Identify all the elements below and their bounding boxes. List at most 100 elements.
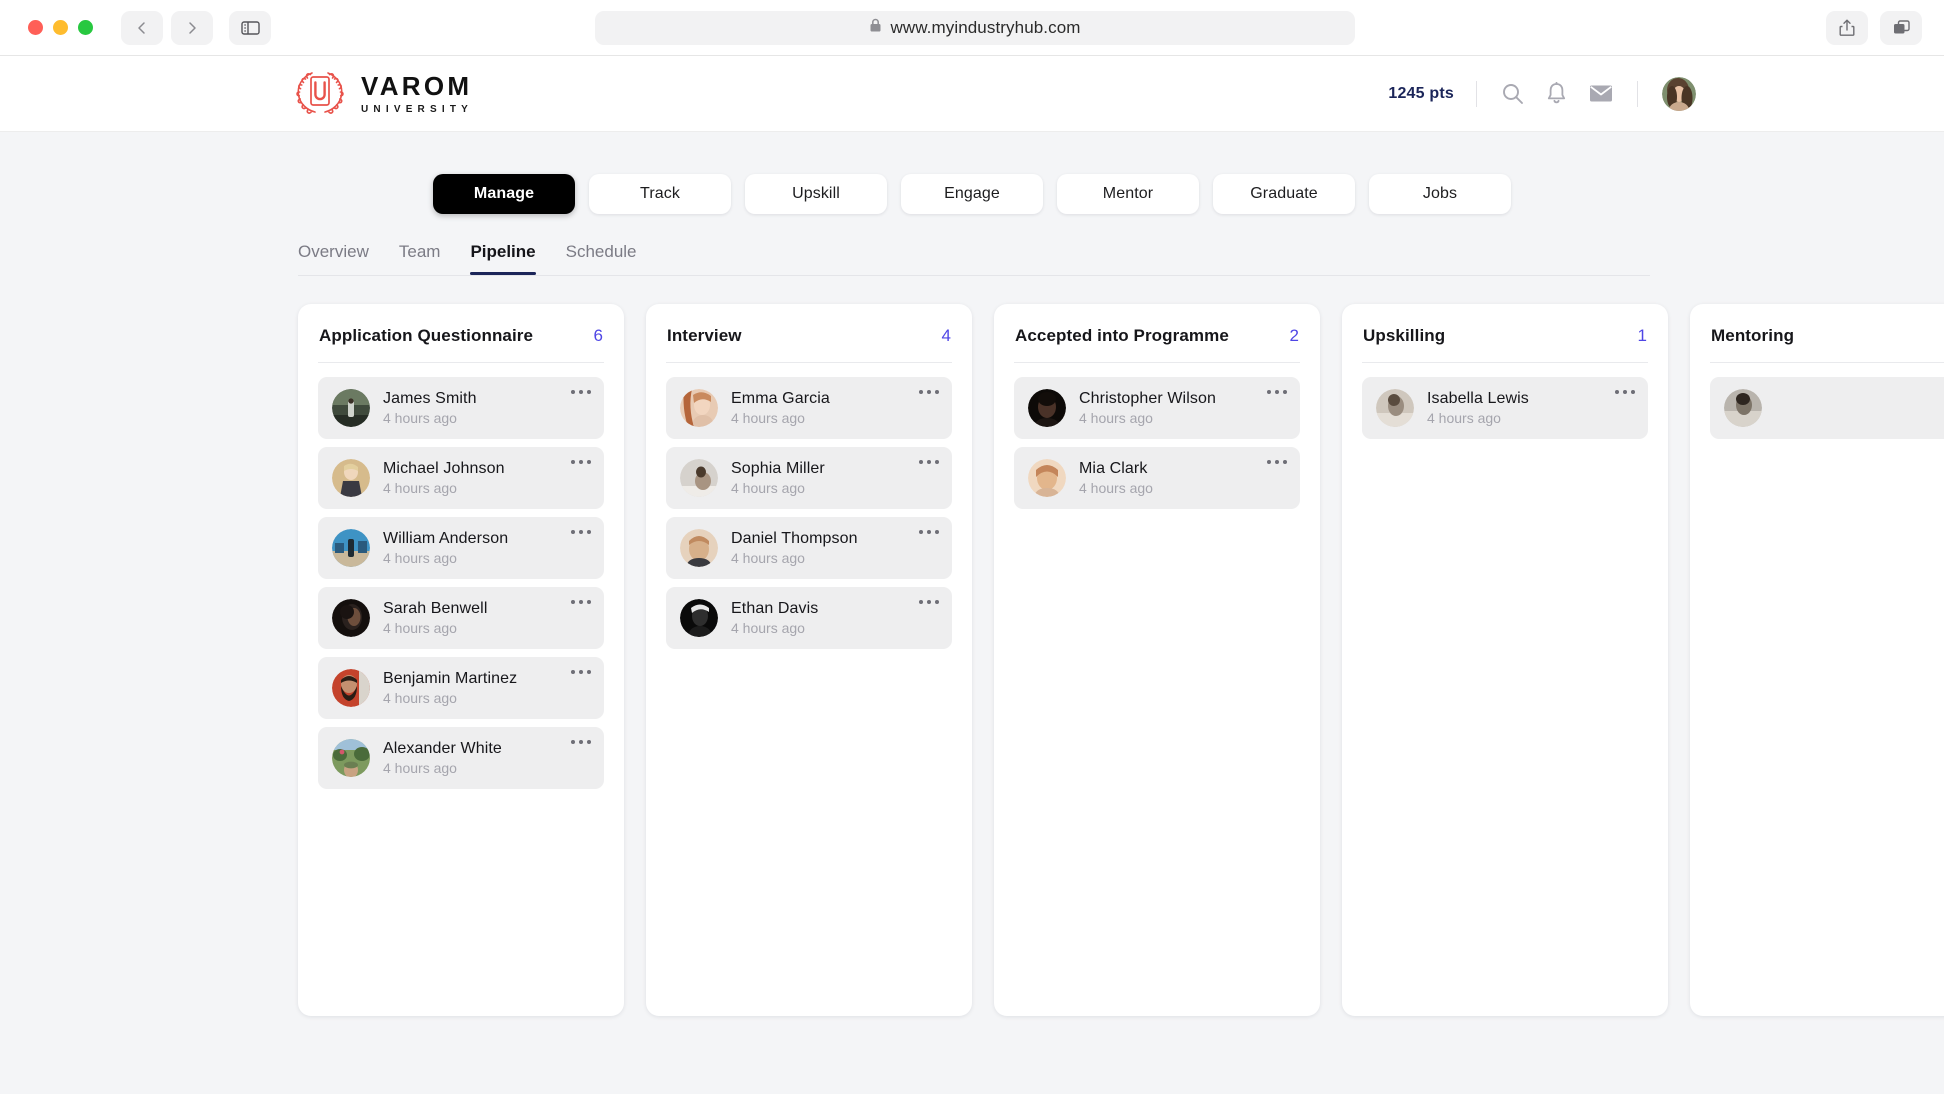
card-name: Sarah Benwell (383, 599, 488, 617)
card-menu-button[interactable] (919, 530, 939, 534)
card-menu-button[interactable] (1267, 390, 1287, 394)
card-name: Christopher Wilson (1079, 389, 1216, 407)
card-menu-button[interactable] (571, 390, 591, 394)
kanban-card[interactable]: Benjamin Martinez 4 hours ago (318, 657, 604, 719)
column-header: Interview 4 (666, 326, 952, 362)
card-menu-button[interactable] (571, 460, 591, 464)
search-icon[interactable] (1501, 82, 1524, 105)
toggle-sidebar-button[interactable] (229, 10, 271, 45)
back-button[interactable] (121, 10, 163, 45)
nav-pill-mentor[interactable]: Mentor (1057, 174, 1199, 214)
site-logo[interactable]: VAROM UNIVERSITY (292, 66, 473, 121)
minimize-window-button[interactable] (53, 20, 68, 35)
avatar (680, 389, 718, 427)
divider (1710, 362, 1944, 363)
column-count: 6 (593, 326, 603, 345)
card-name: William Anderson (383, 529, 509, 547)
kanban-card[interactable]: Michael Johnson 4 hours ago (318, 447, 604, 509)
card-menu-button[interactable] (571, 530, 591, 534)
bell-icon[interactable] (1546, 82, 1567, 105)
avatar (680, 459, 718, 497)
card-text: Alexander White 4 hours ago (383, 740, 502, 776)
user-avatar-button[interactable] (1638, 76, 1696, 111)
card-menu-button[interactable] (571, 670, 591, 674)
nav-pill-jobs[interactable]: Jobs (1369, 174, 1511, 214)
column-drop-area[interactable] (1014, 509, 1300, 998)
kanban-card[interactable]: Mia Clark 4 hours ago (1014, 447, 1300, 509)
card-timestamp: 4 hours ago (1427, 410, 1501, 427)
kanban-board: Application Questionnaire 6 James Smith … (298, 304, 1944, 1016)
nav-pill-graduate[interactable]: Graduate (1213, 174, 1355, 214)
column-title: Interview (667, 326, 742, 345)
card-menu-button[interactable] (571, 740, 591, 744)
card-menu-button[interactable] (919, 600, 939, 604)
avatar (332, 739, 370, 777)
card-name: Isabella Lewis (1427, 389, 1529, 407)
card-menu-button[interactable] (571, 600, 591, 604)
address-bar[interactable]: www.myindustryhub.com (595, 10, 1355, 45)
nav-pill-label: Jobs (1422, 185, 1458, 202)
avatar (1028, 389, 1066, 427)
maximize-window-button[interactable] (78, 20, 93, 35)
nav-pill-label: Manage (473, 185, 535, 202)
kanban-card[interactable]: Christopher Wilson 4 hours ago (1014, 377, 1300, 439)
logo-wordmark: VAROM UNIVERSITY (361, 73, 473, 115)
forward-button[interactable] (171, 10, 213, 45)
browser-right-actions (1826, 10, 1922, 45)
tabs-icon (1892, 19, 1911, 36)
tab-overview[interactable]: Overview (298, 242, 369, 275)
kanban-card[interactable]: Sarah Benwell 4 hours ago (318, 587, 604, 649)
card-text: Sophia Miller 4 hours ago (731, 460, 825, 496)
nav-pill-track[interactable]: Track (589, 174, 731, 214)
column-title: Application Questionnaire (319, 326, 534, 345)
tab-pipeline[interactable]: Pipeline (470, 242, 536, 275)
kanban-card[interactable]: Isabella Lewis 4 hours ago (1362, 377, 1648, 439)
kanban-card[interactable]: James Smith 4 hours ago (318, 377, 604, 439)
card-menu-button[interactable] (919, 460, 939, 464)
card-text: William Anderson 4 hours ago (383, 530, 508, 566)
card-timestamp: 4 hours ago (731, 410, 805, 427)
kanban-card[interactable] (1710, 377, 1944, 439)
kanban-card[interactable]: Emma Garcia 4 hours ago (666, 377, 952, 439)
kanban-card[interactable]: Daniel Thompson 4 hours ago (666, 517, 952, 579)
kanban-card[interactable]: Alexander White 4 hours ago (318, 727, 604, 789)
column-drop-area[interactable] (1362, 439, 1648, 998)
kanban-card[interactable]: Sophia Miller 4 hours ago (666, 447, 952, 509)
card-timestamp: 4 hours ago (731, 480, 805, 497)
card-menu-button[interactable] (1615, 390, 1635, 394)
nav-pill-manage[interactable]: Manage (433, 174, 575, 214)
column-drop-area[interactable] (1710, 439, 1944, 998)
card-menu-button[interactable] (1267, 460, 1287, 464)
tab-team[interactable]: Team (399, 242, 441, 275)
window-controls (28, 20, 93, 35)
card-text: Isabella Lewis 4 hours ago (1427, 390, 1529, 426)
card-text: Benjamin Martinez 4 hours ago (383, 670, 517, 706)
kanban-card[interactable]: Ethan Davis 4 hours ago (666, 587, 952, 649)
close-window-button[interactable] (28, 20, 43, 35)
card-list: James Smith 4 hours ago Michael Johnson … (318, 377, 604, 789)
header-icon-group (1477, 82, 1637, 105)
column-header: Application Questionnaire 6 (318, 326, 604, 362)
laurel-wreath-logo-icon (292, 66, 348, 121)
divider (1362, 362, 1648, 363)
kanban-column-interview: Interview 4 Emma Garcia 4 hours ago Soph… (646, 304, 972, 1016)
share-button[interactable] (1826, 10, 1868, 45)
tab-schedule[interactable]: Schedule (566, 242, 637, 275)
card-timestamp: 4 hours ago (383, 480, 457, 497)
kanban-card[interactable]: William Anderson 4 hours ago (318, 517, 604, 579)
card-list: Isabella Lewis 4 hours ago (1362, 377, 1648, 439)
column-drop-area[interactable] (666, 649, 952, 998)
subtab-list: Overview Team Pipeline Schedule (298, 242, 1718, 275)
nav-pill-engage[interactable]: Engage (901, 174, 1043, 214)
column-drop-area[interactable] (318, 789, 604, 998)
card-menu-button[interactable] (919, 390, 939, 394)
card-timestamp: 4 hours ago (383, 690, 457, 707)
avatar (1724, 389, 1762, 427)
card-text: James Smith 4 hours ago (383, 390, 477, 426)
nav-pill-label: Track (640, 185, 680, 202)
mail-icon[interactable] (1589, 84, 1613, 103)
tab-overview-button[interactable] (1880, 10, 1922, 45)
lock-icon (869, 18, 882, 38)
nav-pill-upskill[interactable]: Upskill (745, 174, 887, 214)
card-timestamp: 4 hours ago (383, 620, 457, 637)
